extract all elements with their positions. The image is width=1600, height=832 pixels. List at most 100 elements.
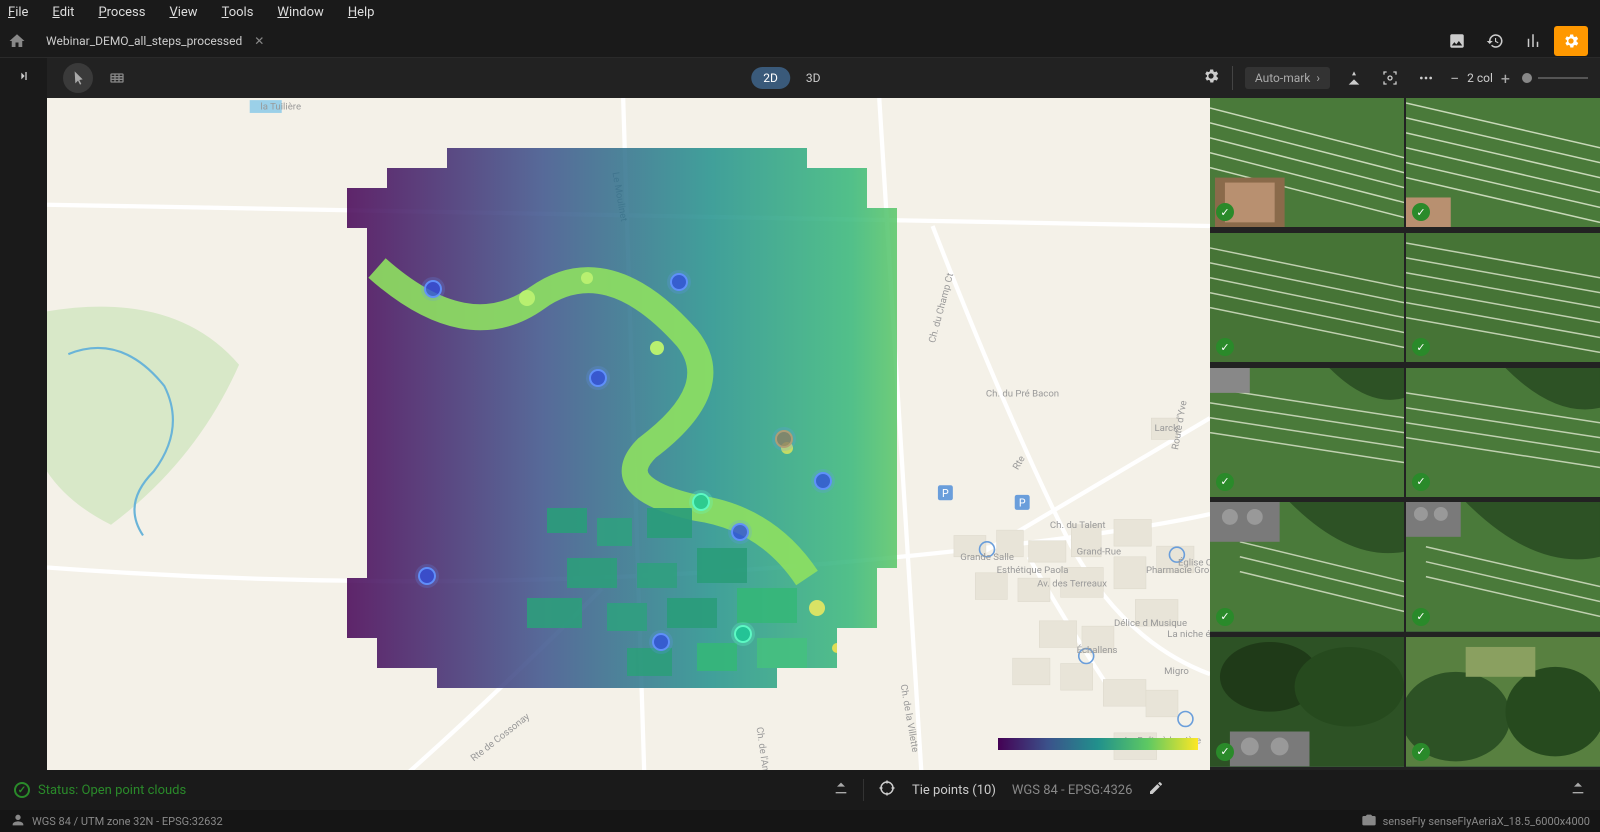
footer: WGS 84 / UTM zone 32N - EPSG:32632 sense…	[0, 810, 1600, 832]
svg-text:La niche éco: La niche éco	[1167, 629, 1210, 640]
svg-text:Délice d Musique: Délice d Musique	[1114, 618, 1187, 629]
check-icon: ✓	[1216, 743, 1234, 761]
check-icon: ✓	[1412, 338, 1430, 356]
menu-tools[interactable]: Tools	[222, 5, 254, 20]
status-ok-icon: ✓	[14, 782, 30, 798]
image-thumbnail[interactable]: ✓	[1406, 637, 1600, 766]
project-tab[interactable]: Webinar_DEMO_all_steps_processed ✕	[38, 30, 272, 52]
collapse-up-right-icon[interactable]	[1570, 780, 1586, 800]
settings-panel-icon[interactable]	[1554, 26, 1588, 56]
check-icon: ✓	[1412, 608, 1430, 626]
slider-track[interactable]	[1538, 77, 1588, 79]
tiepoint-marker[interactable]	[814, 472, 832, 490]
crosshair-icon[interactable]	[878, 779, 896, 801]
svg-text:Échallens: Échallens	[1077, 644, 1118, 656]
image-thumbnail[interactable]: ✓	[1210, 368, 1404, 497]
menubar: File Edit Process View Tools Window Help	[0, 0, 1600, 24]
project-tab-title: Webinar_DEMO_all_steps_processed	[46, 34, 242, 48]
tiepoint-marker[interactable]	[652, 633, 670, 651]
history-icon[interactable]	[1478, 26, 1512, 56]
check-icon: ✓	[1216, 338, 1234, 356]
elevation-colorbar	[998, 738, 1198, 750]
tiepoint-marker[interactable]	[424, 280, 442, 298]
svg-text:Ch. du Pré Bacon: Ch. du Pré Bacon	[986, 389, 1059, 400]
edit-icon[interactable]	[1148, 780, 1164, 800]
menu-process[interactable]: Process	[98, 5, 145, 20]
check-icon: ✓	[1412, 473, 1430, 491]
image-thumbnail[interactable]: ✓	[1406, 233, 1600, 362]
menu-help[interactable]: Help	[348, 5, 375, 20]
tiepoint-marker[interactable]	[418, 567, 436, 585]
view-3d-button[interactable]: 3D	[794, 67, 833, 89]
menu-edit[interactable]: Edit	[52, 5, 74, 20]
svg-text:Ch. du Talent: Ch. du Talent	[1050, 520, 1106, 531]
svg-text:la Tuilière: la Tuilière	[260, 102, 301, 113]
check-icon: ✓	[1216, 608, 1234, 626]
svg-text:Église Cat: Église Cat	[1178, 556, 1210, 568]
svg-text:P: P	[942, 487, 949, 500]
status-text: Status: Open point clouds	[38, 783, 186, 798]
svg-text:Grand-Rue: Grand-Rue	[1077, 547, 1121, 558]
tiepoint-marker[interactable]	[775, 430, 793, 448]
tiepoint-marker[interactable]	[731, 523, 749, 541]
map-viewport[interactable]: P P la Tuilière Le Moulinet Ch. du Champ…	[47, 98, 1210, 770]
view-2d-button[interactable]: 2D	[751, 67, 790, 89]
home-icon[interactable]	[8, 32, 26, 50]
image-thumbnail[interactable]: ✓	[1210, 98, 1404, 227]
image-thumbnails-panel[interactable]: ✓ ✓ ✓ ✓ ✓ ✓	[1210, 98, 1600, 770]
slider-handle[interactable]	[1522, 73, 1532, 83]
tabbar: Webinar_DEMO_all_steps_processed ✕	[0, 24, 1600, 58]
chevron-right-icon: ›	[1316, 71, 1320, 85]
mark-tool-icon[interactable]	[1342, 63, 1366, 93]
camera-icon	[1361, 812, 1377, 831]
thumbnail-zoom-slider[interactable]	[1522, 73, 1588, 83]
pointer-tool-icon[interactable]	[63, 63, 93, 93]
footer-camera: senseFly senseFlyAeriaX_18.5_6000x4000	[1383, 815, 1590, 828]
close-tab-icon[interactable]: ✕	[254, 34, 264, 48]
left-sidebar	[0, 98, 47, 770]
main: P P la Tuilière Le Moulinet Ch. du Champ…	[0, 98, 1600, 770]
cols-plus-button[interactable]: +	[1501, 69, 1510, 88]
check-icon: ✓	[1412, 743, 1430, 761]
svg-text:Larck: Larck	[1155, 423, 1179, 434]
menu-window[interactable]: Window	[277, 5, 323, 20]
images-panel-icon[interactable]	[1440, 26, 1474, 56]
crs-right: WGS 84 - EPSG:4326	[1012, 783, 1133, 798]
image-thumbnail[interactable]: ✓	[1210, 233, 1404, 362]
statusbar: ✓ Status: Open point clouds Tie points (…	[0, 770, 1600, 810]
more-icon[interactable]	[1414, 63, 1438, 93]
check-icon: ✓	[1216, 473, 1234, 491]
view-switch: 2D 3D	[751, 67, 832, 89]
map-settings-icon[interactable]	[1202, 67, 1220, 89]
menu-view[interactable]: View	[169, 5, 197, 20]
tiepoint-marker[interactable]	[589, 369, 607, 387]
automark-button[interactable]: Auto-mark ›	[1245, 67, 1330, 89]
toolbar: 2D 3D Auto-mark › − 2 col +	[0, 58, 1600, 98]
columns-control: − 2 col +	[1450, 69, 1510, 88]
focus-icon[interactable]	[1378, 63, 1402, 93]
tiepoint-marker[interactable]	[692, 493, 710, 511]
svg-text:Migro: Migro	[1164, 666, 1189, 677]
report-icon[interactable]	[1516, 26, 1550, 56]
svg-text:P: P	[1019, 497, 1026, 510]
collapse-up-icon[interactable]	[833, 780, 849, 800]
image-thumbnail[interactable]: ✓	[1406, 502, 1600, 631]
expand-left-panel-icon[interactable]	[16, 68, 32, 88]
keyboard-icon[interactable]	[101, 64, 133, 92]
tiepoint-marker[interactable]	[734, 625, 752, 643]
cols-minus-button[interactable]: −	[1450, 69, 1459, 88]
automark-label: Auto-mark	[1255, 71, 1311, 85]
image-thumbnail[interactable]: ✓	[1210, 502, 1404, 631]
dsm-overlay	[347, 148, 907, 708]
svg-text:Av. des Terreaux: Av. des Terreaux	[1037, 579, 1107, 590]
tiepoints-label: Tie points (10)	[912, 783, 996, 798]
person-icon	[10, 812, 26, 831]
image-thumbnail[interactable]: ✓	[1406, 98, 1600, 227]
image-thumbnail[interactable]: ✓	[1406, 368, 1600, 497]
menu-file[interactable]: File	[8, 5, 28, 20]
cols-label: 2 col	[1467, 71, 1493, 85]
tiepoint-marker[interactable]	[670, 273, 688, 291]
svg-text:Grande Salle: Grande Salle	[960, 552, 1014, 563]
image-thumbnail[interactable]: ✓	[1210, 637, 1404, 766]
footer-crs: WGS 84 / UTM zone 32N - EPSG:32632	[32, 815, 223, 828]
